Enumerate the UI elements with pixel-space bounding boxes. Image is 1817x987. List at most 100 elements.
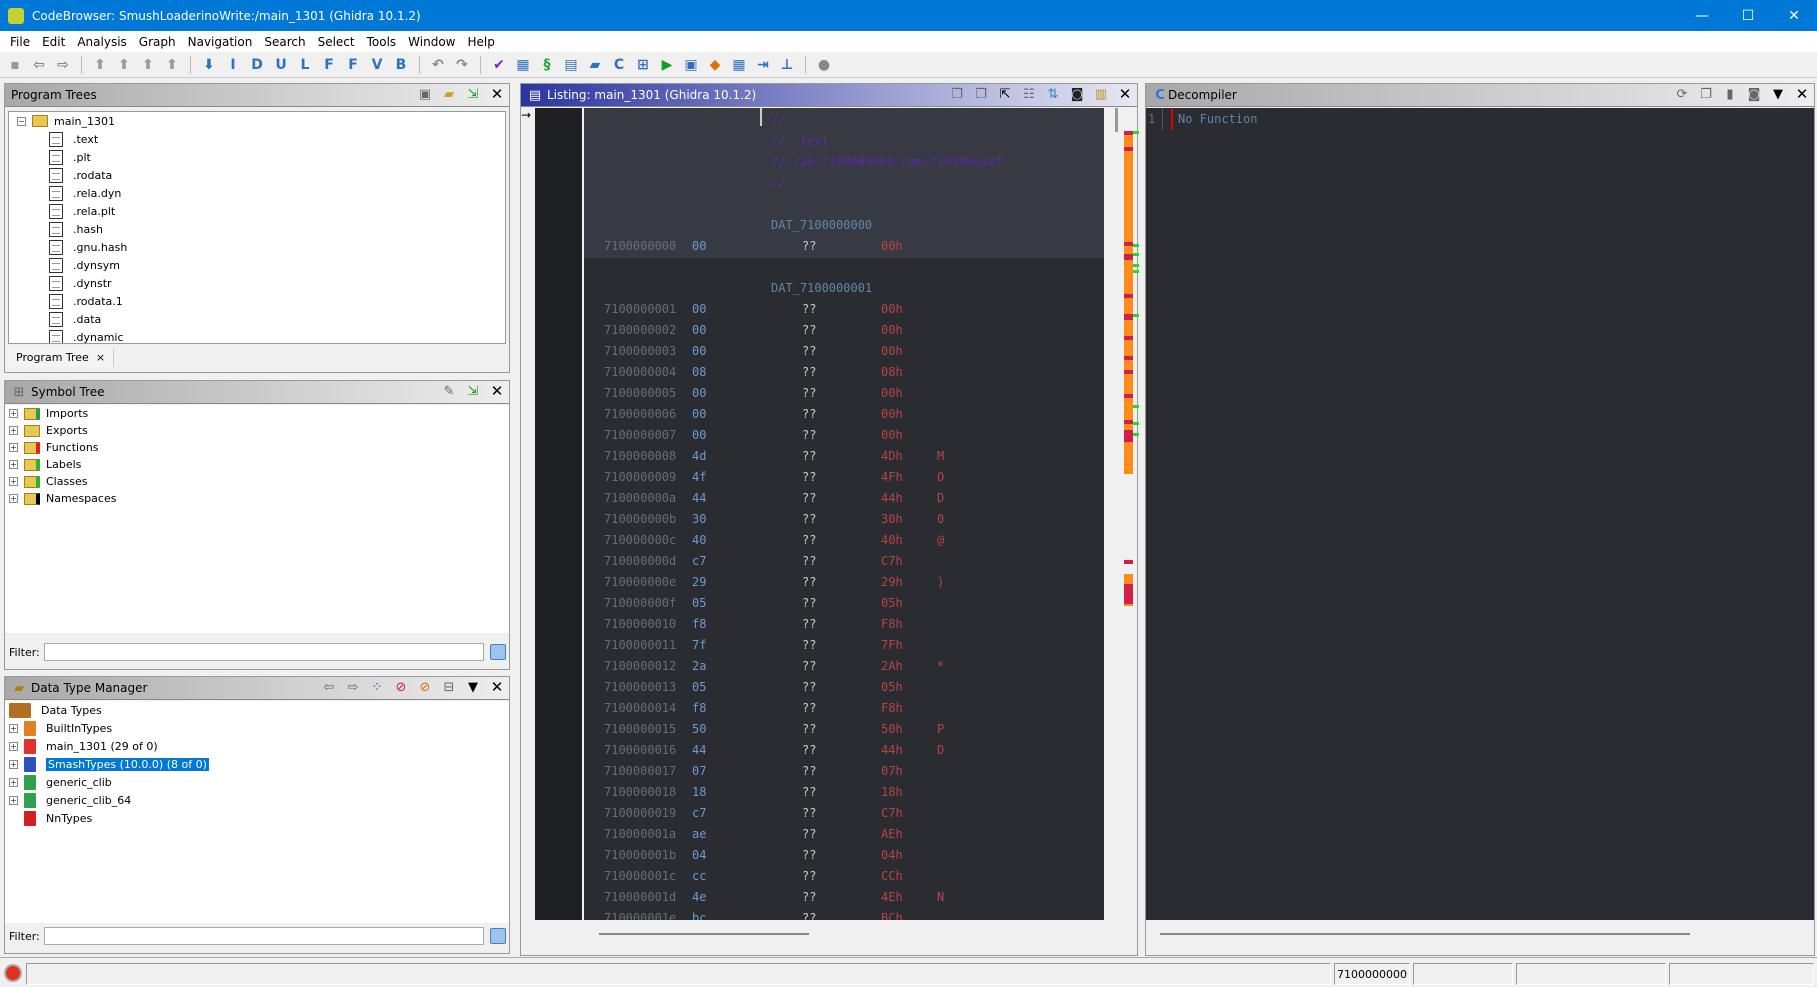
- prev-instruction-icon[interactable]: ⬆: [91, 56, 109, 74]
- listing-row[interactable]: 7100000001 00?? 00h: [584, 299, 1104, 320]
- plugin-icon[interactable]: ●: [815, 56, 833, 74]
- menu-analysis[interactable]: Analysis: [71, 35, 132, 49]
- overview-marker[interactable]: [1124, 584, 1133, 604]
- close-icon[interactable]: ✕: [489, 85, 505, 103]
- options-icon[interactable]: ▥: [1093, 86, 1109, 102]
- no-hand-icon[interactable]: ⊘: [417, 679, 433, 695]
- tree-item[interactable]: .rela.dyn: [9, 184, 505, 202]
- next-instruction-icon[interactable]: ⬆: [115, 56, 133, 74]
- decompiler-icon[interactable]: C: [610, 56, 628, 74]
- menu-dropdown-icon[interactable]: ▼: [465, 679, 481, 695]
- listing-row[interactable]: 710000000e 29?? 29h): [584, 572, 1104, 593]
- disable-icon[interactable]: ⊘: [393, 679, 409, 695]
- edit-icon[interactable]: ✎: [441, 383, 457, 399]
- listing-row[interactable]: 710000001b 04?? 04h: [584, 845, 1104, 866]
- listing-row[interactable]: 7100000008 4d?? 4Dh M: [584, 446, 1104, 467]
- script-icon[interactable]: §: [538, 56, 556, 74]
- table-icon[interactable]: ▦: [730, 56, 748, 74]
- prev-data-icon[interactable]: ⬆: [139, 56, 157, 74]
- open-tree-icon[interactable]: ▰: [441, 86, 457, 102]
- tree-item[interactable]: .rela.plt: [9, 202, 505, 220]
- tree-item[interactable]: .dynamic: [9, 328, 505, 343]
- horizontal-scrollbar[interactable]: [1146, 924, 1814, 946]
- overview-marker[interactable]: [1124, 254, 1133, 260]
- data-type-archive[interactable]: + main_1301 (29 of 0): [5, 737, 509, 755]
- listing-row[interactable]: 710000000d c7?? C7h: [584, 551, 1104, 572]
- graph-icon[interactable]: ⊥: [778, 56, 796, 74]
- symbol-filter-input[interactable]: [43, 643, 484, 661]
- go-to-icon[interactable]: ⇲: [465, 86, 481, 102]
- symbol-tree-item-imports[interactable]: + Imports: [5, 405, 509, 422]
- toolbar-l-button[interactable]: L: [296, 56, 314, 74]
- forward-icon[interactable]: ⇨: [54, 56, 72, 74]
- overview-marker[interactable]: [1124, 314, 1133, 320]
- scroll-thumb[interactable]: [1115, 108, 1118, 132]
- close-window-button[interactable]: ✕: [1771, 0, 1817, 31]
- undo-icon[interactable]: ↶: [429, 56, 447, 74]
- scroll-thumb[interactable]: [1160, 933, 1690, 935]
- overview-change-marker[interactable]: [1133, 270, 1139, 273]
- datatype-icon[interactable]: ▰: [586, 56, 604, 74]
- edit-fields-icon[interactable]: ☷: [1021, 86, 1037, 102]
- overview-marker[interactable]: [1124, 430, 1133, 442]
- symbol-tree-item-namespaces[interactable]: + Namespaces: [5, 490, 509, 507]
- expand-icon[interactable]: +: [9, 759, 18, 769]
- overview-marker[interactable]: [1124, 336, 1133, 340]
- listing-row[interactable]: 7100000015 50?? 50h P: [584, 719, 1104, 740]
- menu-select[interactable]: Select: [312, 35, 361, 49]
- menu-search[interactable]: Search: [258, 35, 311, 49]
- tree-line[interactable]: [9, 814, 18, 823]
- ghidra-status-icon[interactable]: [4, 964, 22, 982]
- bytes-icon[interactable]: ▦: [514, 56, 532, 74]
- listing-row[interactable]: 7100000014 f8?? F8h: [584, 698, 1104, 719]
- listing-row[interactable]: 7100000013 05?? 05h: [584, 677, 1104, 698]
- tab-close-icon[interactable]: ×: [96, 351, 105, 364]
- overview-marker[interactable]: [1124, 394, 1133, 398]
- toolbar-f-button[interactable]: F: [320, 56, 338, 74]
- tree-icon[interactable]: ⊞: [634, 56, 652, 74]
- go-to-icon[interactable]: ⇲: [465, 383, 481, 399]
- listing-row[interactable]: 7100000011 7f?? 7Fh: [584, 635, 1104, 656]
- copy-icon[interactable]: ❐: [949, 86, 965, 102]
- tree-item[interactable]: .text: [9, 130, 505, 148]
- export-icon[interactable]: ⇥: [754, 56, 772, 74]
- back-icon[interactable]: ⇦: [30, 56, 48, 74]
- create-view-icon[interactable]: ▣: [417, 86, 433, 102]
- memory-icon[interactable]: ▤: [562, 56, 580, 74]
- data-type-archive[interactable]: + generic_clib_64: [5, 791, 509, 809]
- overview-marker[interactable]: [1124, 242, 1133, 246]
- overview-bar[interactable]: [1104, 108, 1139, 920]
- snapshot-icon[interactable]: ◙: [1069, 86, 1085, 102]
- listing-row[interactable]: 7100000003 00?? 00h: [584, 341, 1104, 362]
- menu-edit[interactable]: Edit: [36, 35, 71, 49]
- listing-row[interactable]: 7100000017 07?? 07h: [584, 761, 1104, 782]
- toolbar-v-button[interactable]: V: [368, 56, 386, 74]
- refresh-icon[interactable]: ⟳: [1674, 86, 1690, 102]
- close-icon[interactable]: ✕: [489, 678, 505, 696]
- listing-row[interactable]: 7100000016 44?? 44h D: [584, 740, 1104, 761]
- redo-icon[interactable]: ↷: [453, 56, 471, 74]
- overview-marker[interactable]: [1124, 560, 1133, 564]
- diamond-icon[interactable]: ◆: [706, 56, 724, 74]
- tab-program-tree[interactable]: Program Tree ×: [8, 348, 115, 367]
- run-icon[interactable]: ▶: [658, 56, 676, 74]
- data-type-filter-input[interactable]: [43, 927, 484, 945]
- listing-row[interactable]: 710000001a ae?? AEh: [584, 824, 1104, 845]
- listing-row[interactable]: 7100000007 00?? 00h: [584, 425, 1104, 446]
- overview-change-marker[interactable]: [1133, 422, 1139, 425]
- menu-tools[interactable]: Tools: [361, 35, 403, 49]
- listing-row[interactable]: 710000000a 44?? 44h D: [584, 488, 1104, 509]
- tree-item[interactable]: .hash: [9, 220, 505, 238]
- overview-marker[interactable]: [1124, 420, 1133, 424]
- data-types-root[interactable]: Data Types: [5, 701, 509, 719]
- overview-marker[interactable]: [1124, 131, 1133, 135]
- overview-change-marker[interactable]: [1133, 264, 1139, 267]
- listing-row[interactable]: 7100000010 f8?? F8h: [584, 614, 1104, 635]
- toolbar-d-button[interactable]: D: [248, 56, 266, 74]
- expand-icon[interactable]: +: [9, 723, 18, 733]
- tree-item[interactable]: .gnu.hash: [9, 238, 505, 256]
- snapshot-icon[interactable]: ◙: [1746, 86, 1762, 102]
- overview-change-marker[interactable]: [1133, 433, 1139, 436]
- overview-change-marker[interactable]: [1133, 253, 1139, 256]
- tree-item[interactable]: .dynstr: [9, 274, 505, 292]
